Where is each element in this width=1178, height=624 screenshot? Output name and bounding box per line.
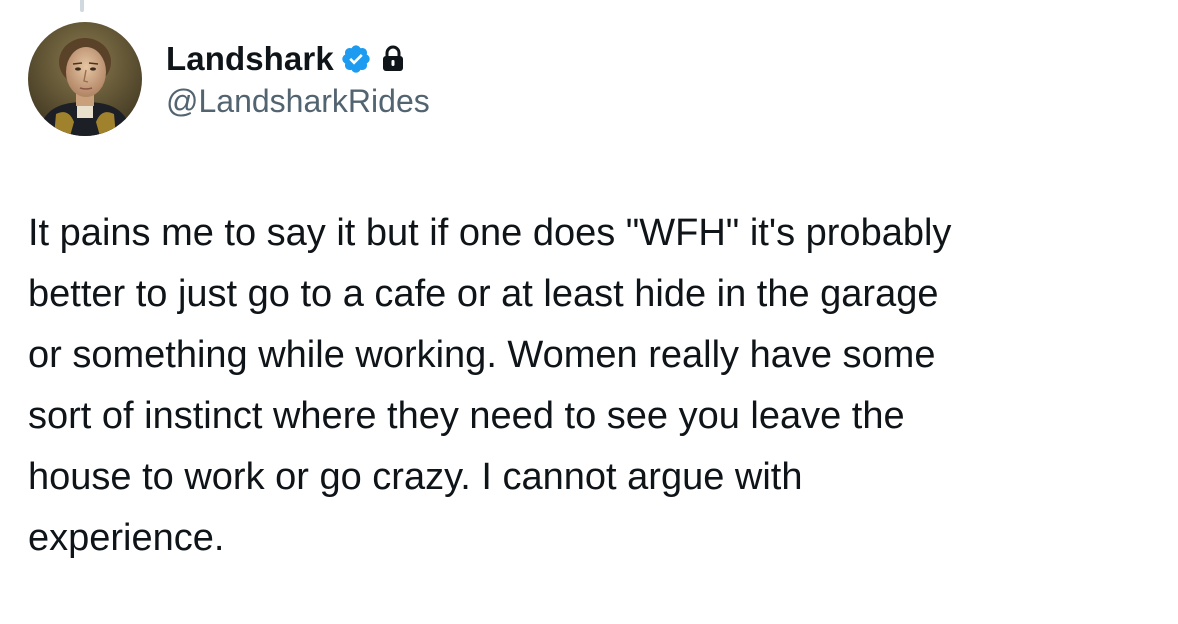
protected-lock-icon: [381, 45, 405, 73]
name-row: Landshark: [166, 39, 430, 79]
portrait-image: [28, 22, 142, 136]
display-name[interactable]: Landshark: [166, 40, 334, 78]
thread-connector-line: [80, 0, 84, 12]
user-handle[interactable]: @LandsharkRides: [166, 83, 430, 120]
tweet-header: Landshark @LandsharkRides: [28, 22, 430, 136]
verified-badge-icon: [340, 43, 372, 75]
author-identity: Landshark @LandsharkRides: [166, 22, 430, 136]
tweet-text: It pains me to say it but if one does "W…: [28, 212, 952, 559]
avatar[interactable]: [28, 22, 142, 136]
